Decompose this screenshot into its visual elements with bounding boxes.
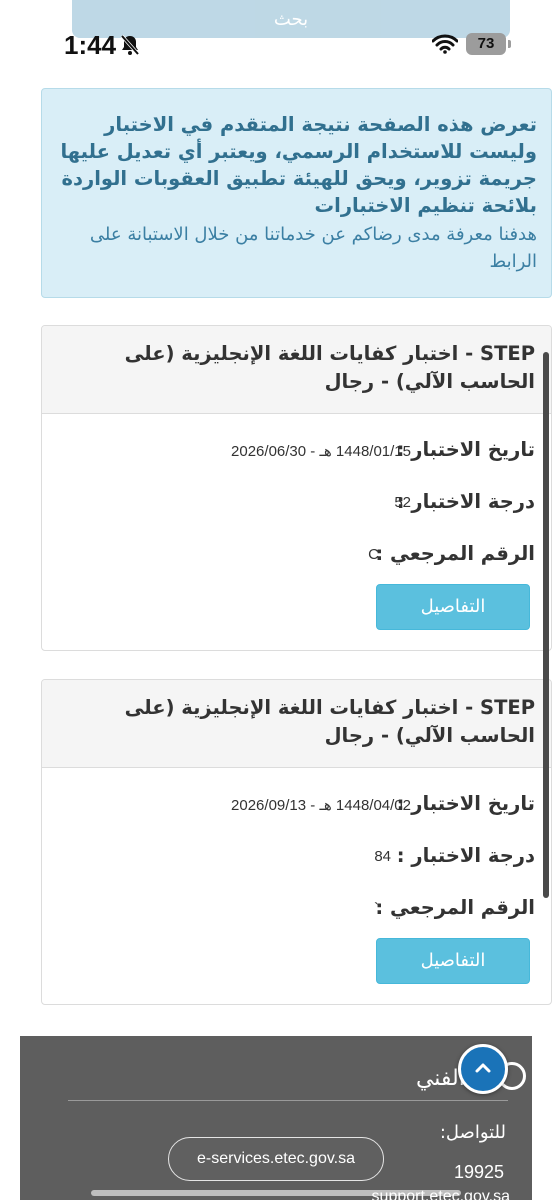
address-bar[interactable]: e-services.etec.gov.sa: [168, 1137, 384, 1181]
footer-phone[interactable]: 19925: [454, 1162, 504, 1183]
survey-link-text[interactable]: هدفنا معرفة مدى رضاكم عن خدماتنا من خلال…: [52, 221, 537, 275]
test-score-row: درجة الاختبار : 52: [42, 490, 551, 542]
notice-warning-text: تعرض هذه الصفحة نتيجة المتقدم في الاختبا…: [60, 113, 537, 217]
test-date-value: 1448/04/02 هـ - 2026/09/13: [231, 797, 411, 814]
wifi-icon: [431, 34, 459, 54]
test-date-row: تاريخ الاختبار : 1448/01/15 هـ - 2026/06…: [42, 438, 551, 490]
reference-label: الرقم المرجعي :: [375, 896, 535, 919]
notice-box: تعرض هذه الصفحة نتيجة المتقدم في الاختبا…: [41, 88, 552, 298]
test-date-value: 1448/01/15 هـ - 2026/06/30: [231, 443, 411, 460]
test-date-label: تاريخ الاختبار :: [396, 792, 535, 815]
test-score-value: 84: [374, 848, 391, 865]
chevron-up-icon: [475, 1063, 491, 1073]
details-button[interactable]: التفاصيل: [376, 584, 530, 630]
details-button[interactable]: التفاصيل: [376, 938, 530, 984]
footer-divider: [68, 1100, 508, 1101]
status-time: 1:44: [64, 30, 117, 60]
home-indicator: [91, 1190, 461, 1196]
page: بحث 1:44 73 تعرض هذه الصفحة نتيجة المتقد…: [0, 0, 552, 1200]
result-card: STEP - اختبار كفايات اللغة الإنجليزية (ع…: [41, 325, 552, 651]
test-score-value: 52: [394, 494, 411, 511]
status-bar: بحث 1:44 73: [0, 0, 552, 88]
back-to-top-button[interactable]: [458, 1044, 508, 1094]
test-score-label: درجة الاختبار :: [396, 844, 535, 867]
bell-slash-icon: [120, 34, 140, 56]
test-date-row: تاريخ الاختبار : 1448/04/02 هـ - 2026/09…: [42, 792, 551, 844]
result-card: STEP - اختبار كفايات اللغة الإنجليزية (ع…: [41, 679, 552, 1005]
footer-contact-label: للتواصل:: [439, 1122, 506, 1143]
reference-label: الرقم المرجعي :: [375, 542, 535, 565]
battery-indicator: 73: [466, 33, 511, 55]
result-card-title: STEP - اختبار كفايات اللغة الإنجليزية (ع…: [42, 326, 551, 414]
scrollbar[interactable]: [543, 352, 549, 898]
test-score-label: درجة الاختبار :: [396, 490, 535, 513]
test-score-row: درجة الاختبار : 84: [42, 844, 551, 896]
search-button[interactable]: بحث: [72, 0, 510, 38]
reference-value: `: [374, 900, 379, 917]
reference-value: C: [368, 546, 379, 563]
result-card-title: STEP - اختبار كفايات اللغة الإنجليزية (ع…: [42, 680, 551, 768]
test-date-label: تاريخ الاختبار :: [396, 438, 535, 461]
